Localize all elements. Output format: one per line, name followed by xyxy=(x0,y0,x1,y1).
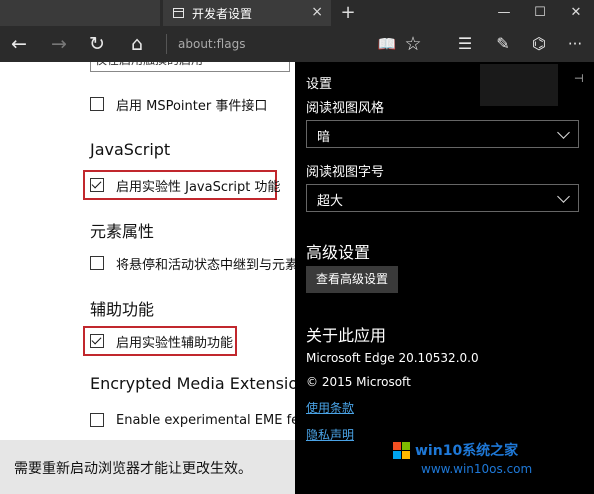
title-bar: 开发者设置 × + — ☐ ✕ xyxy=(0,0,594,26)
chevron-down-icon xyxy=(557,126,570,139)
restart-notice-text: 需要重新启动浏览器才能让更改生效。 xyxy=(14,461,252,477)
restart-notice-bar: 需要重新启动浏览器才能让更改生效。 xyxy=(0,440,295,494)
share-icon[interactable]: ⌬ xyxy=(522,26,556,62)
experimental-a11y-checkbox[interactable] xyxy=(90,334,104,348)
tab-active[interactable]: 开发者设置 × xyxy=(163,0,331,26)
hover-relay-row[interactable]: 将悬停和活动状态中继到与元素关 xyxy=(90,253,295,273)
hover-relay-label: 将悬停和活动状态中继到与元素关 xyxy=(116,257,295,273)
tab-page-icon xyxy=(173,8,184,18)
watermark-url: www.win10os.com xyxy=(421,462,533,476)
more-icon[interactable]: ··· xyxy=(558,26,592,62)
reading-font-select[interactable]: 超大 xyxy=(306,184,579,212)
settings-panel: ⊣ 设置 阅读视图风格 暗 阅读视图字号 超大 高级设置 查看高级设置 关于此应… xyxy=(295,62,594,494)
eme-row[interactable]: Enable experimental EME features xyxy=(90,410,295,430)
reading-style-label: 阅读视图风格 xyxy=(306,101,385,116)
web-note-icon[interactable]: ✎ xyxy=(486,26,520,62)
reading-font-value: 超大 xyxy=(317,194,344,209)
flags-page: 仅在启用触摸的启用 启用 MSPointer 事件接口 JavaScript 启… xyxy=(0,62,295,440)
tab-inactive[interactable] xyxy=(0,0,160,26)
experimental-js-checkbox[interactable] xyxy=(90,178,104,192)
privacy-link[interactable]: 隐私声明 xyxy=(306,426,354,443)
reading-style-select[interactable]: 暗 xyxy=(306,120,579,148)
forward-button[interactable]: → xyxy=(42,26,76,62)
javascript-heading: JavaScript xyxy=(90,140,171,159)
view-advanced-settings-button[interactable]: 查看高级设置 xyxy=(306,266,398,293)
advanced-heading: 高级设置 xyxy=(306,243,371,262)
home-button[interactable]: ⌂ xyxy=(120,26,154,62)
blurred-area xyxy=(480,64,558,106)
settings-title: 设置 xyxy=(306,77,333,92)
copyright-text: © 2015 Microsoft xyxy=(306,375,411,389)
chevron-down-icon xyxy=(557,190,570,203)
tab-title: 开发者设置 xyxy=(192,6,253,21)
tab-close-icon[interactable]: × xyxy=(311,4,323,20)
eme-heading: Encrypted Media Extensions xyxy=(90,374,295,393)
mspointer-row[interactable]: 启用 MSPointer 事件接口 xyxy=(90,94,267,114)
reading-style-value: 暗 xyxy=(317,130,331,145)
about-heading: 关于此应用 xyxy=(306,326,387,345)
refresh-button[interactable]: ↻ xyxy=(80,26,114,62)
pin-icon[interactable]: ⊣ xyxy=(574,72,588,85)
mspointer-checkbox[interactable] xyxy=(90,97,104,111)
address-separator xyxy=(166,34,167,54)
new-tab-button[interactable]: + xyxy=(338,1,358,25)
hover-relay-checkbox[interactable] xyxy=(90,256,104,270)
close-window-button[interactable]: ✕ xyxy=(558,0,594,26)
element-attributes-heading: 元素属性 xyxy=(90,222,155,241)
terms-link[interactable]: 使用条款 xyxy=(306,399,354,416)
version-text: Microsoft Edge 20.10532.0.0 xyxy=(306,351,479,365)
back-button[interactable]: ← xyxy=(2,26,36,62)
experimental-js-label: 启用实验性 JavaScript 功能 xyxy=(116,179,281,195)
accessibility-heading: 辅助功能 xyxy=(90,300,155,319)
favorite-star-icon[interactable]: ☆ xyxy=(396,26,430,62)
eme-checkbox[interactable] xyxy=(90,413,104,427)
maximize-button[interactable]: ☐ xyxy=(522,0,558,26)
eme-label: Enable experimental EME features xyxy=(116,412,295,428)
minimize-button[interactable]: — xyxy=(486,0,522,26)
experimental-a11y-row[interactable]: 启用实验性辅助功能 xyxy=(90,331,233,351)
hub-icon[interactable]: ☰ xyxy=(448,26,482,62)
touch-events-field[interactable]: 仅在启用触摸的启用 xyxy=(90,62,290,72)
navigation-bar: ← → ↻ ⌂ about:flags 📖 ☆ ☰ ✎ ⌬ ··· xyxy=(0,26,594,62)
watermark-logo-icon xyxy=(393,442,411,460)
mspointer-label: 启用 MSPointer 事件接口 xyxy=(116,98,268,114)
reading-font-label: 阅读视图字号 xyxy=(306,165,385,180)
experimental-a11y-label: 启用实验性辅助功能 xyxy=(116,335,234,351)
experimental-js-row[interactable]: 启用实验性 JavaScript 功能 xyxy=(90,175,280,195)
watermark-title: win10系统之家 xyxy=(415,443,519,459)
address-bar[interactable]: about:flags xyxy=(178,26,245,62)
